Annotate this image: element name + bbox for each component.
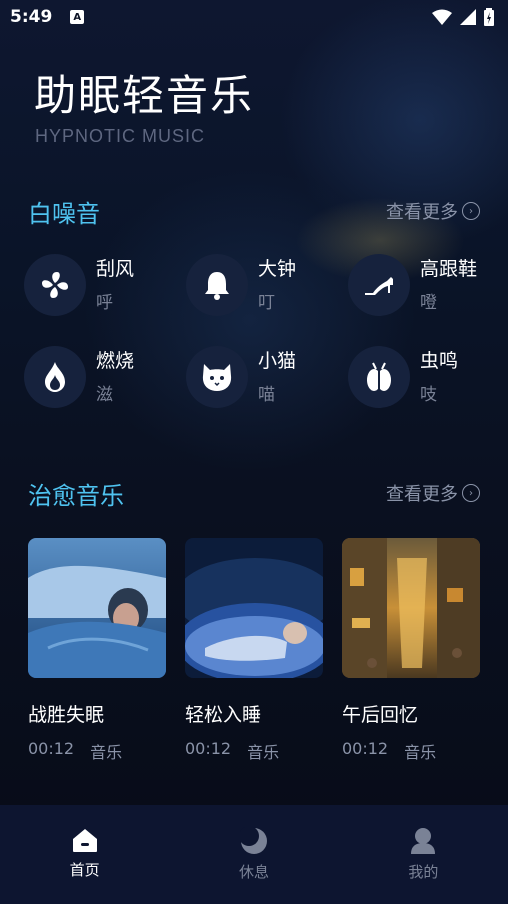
flame-icon <box>45 362 65 392</box>
tab-label: 首页 <box>69 861 100 879</box>
noise-item-cat[interactable]: 小猫 喵 <box>186 346 336 412</box>
card-image-insomnia <box>28 538 166 678</box>
card-image-memories <box>342 538 480 678</box>
fan-icon <box>42 272 68 298</box>
noise-icon-circle <box>348 254 410 316</box>
card-meta: 00:12 音乐 <box>185 739 323 763</box>
card-meta: 00:12 音乐 <box>342 739 480 763</box>
card-duration: 00:12 <box>342 739 389 758</box>
notification-icon: A <box>70 10 85 24</box>
noise-icon-circle <box>186 346 248 408</box>
noise-icon-circle <box>348 346 410 408</box>
healing-music-more-button[interactable]: 查看更多 › <box>386 480 480 506</box>
noise-name: 小猫 <box>258 350 297 372</box>
noise-sound: 喵 <box>258 385 275 405</box>
noise-name: 燃烧 <box>96 350 135 372</box>
healing-music-title: 治愈音乐 <box>28 482 124 510</box>
noise-item-heels[interactable]: 高跟鞋 噔 <box>348 254 498 320</box>
music-card[interactable]: 午后回忆 00:12 音乐 <box>342 538 480 763</box>
bell-icon <box>205 272 229 300</box>
battery-icon <box>484 8 494 26</box>
card-image-sleep <box>185 538 323 678</box>
chevron-right-icon: › <box>462 484 480 502</box>
card-type: 音乐 <box>404 743 437 762</box>
noise-name: 高跟鞋 <box>420 258 478 280</box>
tab-label: 我的 <box>408 863 439 881</box>
home-icon <box>72 829 97 852</box>
noise-icon-circle <box>24 254 86 316</box>
moon-icon <box>239 827 267 854</box>
card-type: 音乐 <box>90 743 123 762</box>
noise-icon-circle <box>24 346 86 408</box>
noise-sound: 叮 <box>258 293 275 313</box>
status-bar: 5:49 A <box>0 0 508 34</box>
noise-sound: 呼 <box>96 293 113 313</box>
bug-icon <box>367 362 391 391</box>
music-card[interactable]: 轻松入睡 00:12 音乐 <box>185 538 323 763</box>
noise-item-clock[interactable]: 大钟 叮 <box>186 254 336 320</box>
card-type: 音乐 <box>247 743 280 762</box>
noise-item-wind[interactable]: 刮风 呼 <box>24 254 174 320</box>
noise-sound: 吱 <box>420 385 437 405</box>
white-noise-title: 白噪音 <box>28 200 100 228</box>
noise-name: 刮风 <box>96 258 135 280</box>
status-time: 5:49 <box>10 7 53 27</box>
app-title: 助眠轻音乐 <box>34 71 255 120</box>
card-title: 轻松入睡 <box>185 704 262 726</box>
more-label: 查看更多 <box>386 202 458 223</box>
high-heel-icon <box>365 277 393 295</box>
tab-label: 休息 <box>238 863 269 881</box>
cat-icon <box>202 364 232 391</box>
card-title: 战胜失眠 <box>28 704 105 726</box>
card-meta: 00:12 音乐 <box>28 739 166 763</box>
chevron-right-icon: › <box>462 202 480 220</box>
white-noise-more-button[interactable]: 查看更多 › <box>386 198 480 224</box>
more-label: 查看更多 <box>386 484 458 505</box>
card-title: 午后回忆 <box>342 704 419 726</box>
music-card[interactable]: 战胜失眠 00:12 音乐 <box>28 538 166 763</box>
noise-sound: 滋 <box>96 385 113 405</box>
noise-name: 大钟 <box>258 258 297 280</box>
signal-icon <box>460 9 476 25</box>
card-duration: 00:12 <box>28 739 75 758</box>
wifi-icon <box>432 9 452 25</box>
noise-item-fire[interactable]: 燃烧 滋 <box>24 346 174 412</box>
noise-icon-circle <box>186 254 248 316</box>
profile-icon <box>411 828 436 854</box>
card-duration: 00:12 <box>185 739 232 758</box>
tab-home[interactable]: 首页 <box>0 805 169 904</box>
noise-name: 虫鸣 <box>420 350 459 372</box>
tab-rest[interactable]: 休息 <box>169 805 338 904</box>
app-subtitle: HYPNOTIC MUSIC <box>35 126 206 146</box>
noise-sound: 噔 <box>420 293 437 313</box>
tab-profile[interactable]: 我的 <box>339 805 508 904</box>
noise-item-bug[interactable]: 虫鸣 吱 <box>348 346 498 412</box>
bottom-tab-bar: 首页 休息 我的 <box>0 805 508 904</box>
